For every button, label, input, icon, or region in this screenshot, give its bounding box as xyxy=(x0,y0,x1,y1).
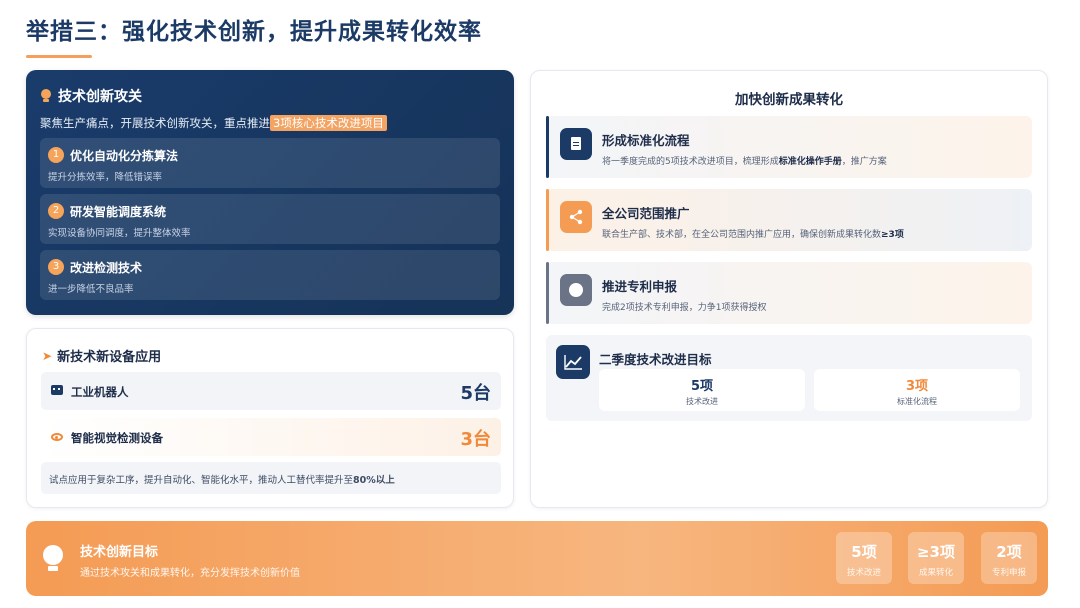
measure-item: 2 研发智能调度系统 实现设备协同调度，提升整体效率 xyxy=(40,194,500,244)
banner-stat-label: 技术改进 xyxy=(846,568,881,578)
conversion-step: 形成标准化流程 将一季度完成的5项技术改进项目，梳理形成标准化操作手册，推广方案 xyxy=(546,116,1032,178)
step-name: 推进专利申报 xyxy=(602,279,678,294)
document-icon xyxy=(560,128,592,160)
measure-name: 优化自动化分拣算法 xyxy=(70,149,179,163)
measure-number: 2 xyxy=(48,203,64,219)
banner-stat-value: 2项 xyxy=(996,543,1022,561)
banner-stat: ≥3项 成果转化 xyxy=(908,532,964,584)
measure-number: 1 xyxy=(48,147,64,163)
measure-item: 3 改进检测技术 进一步降低不良品率 xyxy=(40,250,500,300)
tech-attack-header: 技术创新攻关 xyxy=(40,86,142,106)
goal-stat-value: 3项 xyxy=(905,379,929,394)
tech-attack-title: 技术创新攻关 xyxy=(58,89,142,105)
banner-subtitle: 通过技术攻关和成果转化，充分发挥技术创新价值 xyxy=(80,568,300,579)
banner-stat-label: 成果转化 xyxy=(918,568,953,578)
equipment-label: 智能视觉检测设备 xyxy=(71,431,163,445)
note-bold: 80%以上 xyxy=(353,475,395,486)
equipment-row: 智能视觉检测设备 3台 xyxy=(41,418,501,456)
robot-icon xyxy=(51,384,63,398)
new-equipment-header: ➤ 新技术新设备应用 xyxy=(42,346,162,366)
banner-stat: 2项 专利申报 xyxy=(981,532,1037,584)
banner-stat-value: ≥3项 xyxy=(916,543,955,561)
measure-number: 3 xyxy=(48,259,64,275)
new-equipment-card: ➤ 新技术新设备应用 工业机器人 5台 智能视觉检测设备 3台 试点应用于复杂工… xyxy=(26,328,514,508)
step-desc: 联合生产部、技术部，在全公司范围内推广应用，确保创新成果转化数≥3项 xyxy=(602,230,904,240)
intro-text: 聚焦生产痛点，开展技术创新攻关，重点推进 xyxy=(40,116,270,130)
goal-stat: 5项 技术改进 xyxy=(599,369,805,411)
page-title: 举措三：强化技术创新，提升成果转化效率 xyxy=(26,19,482,45)
measure-desc: 提升分拣效率，降低错误率 xyxy=(48,172,163,183)
lightbulb-icon xyxy=(40,89,52,103)
goal-stat-label: 标准化流程 xyxy=(897,397,937,406)
step-name: 形成标准化流程 xyxy=(602,133,690,148)
step-accent-bar xyxy=(546,116,549,178)
goal-stat-label: 技术改进 xyxy=(686,397,718,406)
measure-item: 1 优化自动化分拣算法 提升分拣效率，降低错误率 xyxy=(40,138,500,188)
equipment-label: 工业机器人 xyxy=(71,385,129,399)
quarter-goal-box: 二季度技术改进目标 5项 技术改进 3项 标准化流程 xyxy=(546,335,1032,421)
banner-stat-label: 专利申报 xyxy=(991,568,1026,578)
measure-desc: 进一步降低不良品率 xyxy=(48,284,134,295)
chart-line-icon xyxy=(556,345,590,379)
equipment-row: 工业机器人 5台 xyxy=(41,372,501,410)
conversion-step: 全公司范围推广 联合生产部、技术部，在全公司范围内推广应用，确保创新成果转化数≥… xyxy=(546,189,1032,251)
goal-stat: 3项 标准化流程 xyxy=(814,369,1020,411)
equipment-note: 试点应用于复杂工序，提升自动化、智能化水平，推动人工替代率提升至80%以上 xyxy=(41,462,501,494)
banner-stat: 5项 技术改进 xyxy=(836,532,892,584)
equipment-count: 3台 xyxy=(460,429,491,450)
note-text: 试点应用于复杂工序，提升自动化、智能化水平，推动人工替代率提升至 xyxy=(49,475,354,486)
eye-icon xyxy=(51,430,63,444)
intro-highlight: 3项核心技术改进项目 xyxy=(270,115,387,131)
title-underline xyxy=(26,55,92,58)
banner-stat-value: 5项 xyxy=(851,543,877,561)
step-accent-bar xyxy=(546,189,549,251)
measure-name: 研发智能调度系统 xyxy=(70,205,167,219)
step-name: 全公司范围推广 xyxy=(602,206,690,221)
lightbulb-icon xyxy=(42,545,64,573)
measure-name: 改进检测技术 xyxy=(70,261,143,275)
step-desc: 将一季度完成的5项技术改进项目，梳理形成标准化操作手册，推广方案 xyxy=(602,157,887,167)
step-desc: 完成2项技术专利申报，力争1项获得授权 xyxy=(602,303,767,313)
conversion-step: 推进专利申报 完成2项技术专利申报，力争1项获得授权 xyxy=(546,262,1032,324)
conversion-card: 加快创新成果转化 形成标准化流程 将一季度完成的5项技术改进项目，梳理形成标准化… xyxy=(530,70,1048,508)
new-equipment-title: 新技术新设备应用 xyxy=(57,350,162,365)
equipment-count: 5台 xyxy=(460,383,491,404)
banner-title: 技术创新目标 xyxy=(80,545,159,560)
share-icon xyxy=(560,201,592,233)
conversion-header: 加快创新成果转化 xyxy=(735,92,843,108)
rocket-icon: ➤ xyxy=(42,348,53,363)
step-accent-bar xyxy=(546,262,549,324)
goal-banner: 技术创新目标 通过技术攻关和成果转化，充分发挥技术创新价值 5项 技术改进 ≥3… xyxy=(26,521,1048,596)
measure-desc: 实现设备协同调度，提升整体效率 xyxy=(48,228,191,239)
tech-attack-card: 技术创新攻关 聚焦生产痛点，开展技术创新攻关，重点推进 3项核心技术改进项目 1 … xyxy=(26,70,514,315)
tech-attack-intro: 聚焦生产痛点，开展技术创新攻关，重点推进 3项核心技术改进项目 xyxy=(40,115,387,131)
goal-stat-value: 5项 xyxy=(690,379,714,394)
gear-icon xyxy=(560,274,592,306)
goal-title: 二季度技术改进目标 xyxy=(599,352,712,367)
